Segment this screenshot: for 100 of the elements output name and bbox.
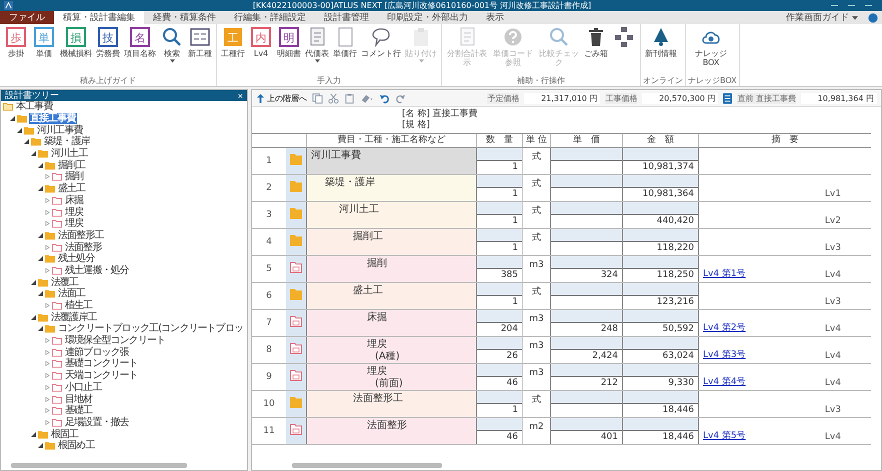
tree-item[interactable]: 根固工: [50, 428, 80, 440]
collapse-triangle-icon[interactable]: [31, 151, 36, 156]
collapse-triangle-icon[interactable]: [31, 280, 36, 285]
calculator-icon[interactable]: [723, 92, 732, 104]
collapse-triangle-icon[interactable]: [38, 443, 43, 448]
item-spec: (A種): [374, 351, 401, 363]
ribbon-button[interactable]: コメント行: [359, 26, 403, 75]
tree-item[interactable]: 掘削: [64, 171, 84, 182]
tree-item[interactable]: 盛土工: [57, 183, 86, 194]
tree-item[interactable]: コンクリートブロック工(コンクリートブロッ: [57, 323, 244, 334]
cut-icon[interactable]: [328, 92, 339, 104]
scrollbar[interactable]: [11, 463, 187, 468]
ribbon-button[interactable]: 損 機械損料: [58, 26, 94, 75]
detail-link[interactable]: Lv4 第1号: [703, 267, 746, 280]
redo-icon[interactable]: [395, 92, 406, 104]
ribbon-button[interactable]: 内 Lv4: [247, 26, 275, 75]
tree-item[interactable]: 床掘: [64, 194, 84, 206]
expand-triangle-icon[interactable]: [45, 244, 50, 250]
tree-item[interactable]: 法面整形: [64, 242, 102, 253]
expand-triangle-icon[interactable]: [45, 303, 50, 308]
ribbon-button[interactable]: ナレッジBOX: [688, 26, 734, 75]
tree-item[interactable]: 埋戻: [64, 206, 84, 218]
guide-button[interactable]: 作業画面ガイド: [780, 11, 864, 24]
expand-triangle-icon[interactable]: [45, 174, 50, 180]
tree-item[interactable]: 根固め工: [57, 440, 96, 452]
ribbon-button[interactable]: 検索: [158, 26, 186, 75]
tree-item[interactable]: 築堤・護岸: [43, 136, 91, 148]
collapse-triangle-icon[interactable]: [17, 128, 22, 133]
tree-item[interactable]: 基礎コンクリート: [64, 358, 139, 370]
expand-triangle-icon[interactable]: [45, 210, 50, 215]
close-button[interactable]: ×: [238, 90, 243, 100]
detail-link[interactable]: Lv4 第3号: [703, 348, 746, 361]
undo-icon[interactable]: [379, 92, 390, 104]
collapse-triangle-icon[interactable]: [38, 291, 43, 296]
ribbon-button[interactable]: 単 単価: [30, 26, 58, 75]
collapse-triangle-icon[interactable]: [38, 256, 43, 262]
ribbon-button[interactable]: 明 明細書: [275, 26, 303, 75]
tree-item[interactable]: 天端コンクリート: [64, 370, 139, 382]
expand-triangle-icon[interactable]: [45, 420, 50, 425]
collapse-triangle-icon[interactable]: [38, 232, 43, 238]
ribbon-tab[interactable]: 積算・設計書編集: [54, 11, 144, 24]
tree-item[interactable]: 残土運搬・処分: [64, 264, 130, 276]
detail-link[interactable]: Lv4 第4号: [703, 375, 746, 388]
tree-item[interactable]: 連節ブロック張: [64, 346, 130, 358]
tree-item[interactable]: 小口止工: [64, 382, 102, 393]
expand-triangle-icon[interactable]: [45, 384, 50, 390]
tree-item[interactable]: 河川工事費: [36, 124, 84, 136]
tree-item[interactable]: 残土処分: [57, 253, 96, 264]
ribbon-button[interactable]: 代価表: [303, 26, 331, 75]
collapse-triangle-icon[interactable]: [24, 139, 29, 144]
ribbon-button[interactable]: 単価行: [331, 26, 359, 75]
ribbon-tab[interactable]: ファイル: [0, 11, 54, 24]
tree-item[interactable]: 掘削工: [57, 160, 86, 171]
collapse-triangle-icon[interactable]: [38, 326, 43, 332]
tree-item[interactable]: 植生工: [64, 300, 94, 312]
collapse-triangle-icon[interactable]: [31, 314, 36, 320]
collapse-triangle-icon[interactable]: [38, 162, 43, 168]
tree-item[interactable]: 足場設置・撤去: [64, 416, 130, 428]
ribbon-tab[interactable]: 印刷設定・外部出力: [378, 11, 477, 24]
collapse-triangle-icon[interactable]: [10, 116, 15, 122]
tree-item[interactable]: 埋戻: [64, 218, 84, 230]
expand-triangle-icon[interactable]: [45, 268, 50, 273]
ribbon-tab[interactable]: 設計書管理: [315, 11, 378, 24]
ribbon-button[interactable]: 新刊情報: [643, 26, 679, 75]
tree-item[interactable]: 法面整形工: [57, 230, 105, 241]
detail-link[interactable]: Lv4 第5号: [703, 429, 746, 442]
tree-item[interactable]: 基礎工: [64, 405, 94, 416]
expand-triangle-icon[interactable]: [45, 361, 50, 366]
copy-icon[interactable]: [312, 92, 323, 104]
tree-item[interactable]: 法面工: [57, 288, 86, 300]
ribbon-button[interactable]: 技 労務費: [94, 26, 122, 75]
paste-icon[interactable]: [344, 92, 355, 104]
ribbon-tab[interactable]: 経費・積算条件: [144, 11, 225, 24]
up-level-button[interactable]: 上の階層へ: [256, 92, 307, 104]
expand-triangle-icon[interactable]: [45, 396, 50, 402]
expand-triangle-icon[interactable]: [45, 221, 50, 226]
tree-item[interactable]: 河川土工: [50, 148, 88, 160]
expand-triangle-icon[interactable]: [45, 408, 50, 414]
ribbon-button[interactable]: ごみ箱: [582, 26, 610, 75]
expand-triangle-icon[interactable]: [45, 338, 50, 344]
tree-item[interactable]: 法覆工: [50, 276, 80, 288]
expand-triangle-icon[interactable]: [45, 373, 50, 378]
detail-link[interactable]: Lv4 第2号: [703, 321, 746, 334]
expand-triangle-icon[interactable]: [45, 350, 50, 355]
tree-item[interactable]: 目地材: [64, 394, 94, 405]
scrollbar[interactable]: [292, 463, 442, 468]
ribbon-tab[interactable]: 行編集・詳細設定: [225, 11, 315, 24]
ribbon-tab[interactable]: 表示: [477, 11, 513, 24]
expand-triangle-icon[interactable]: [45, 198, 50, 203]
collapse-triangle-icon[interactable]: [31, 432, 36, 437]
tree-item[interactable]: 環境保全型コンクリート: [64, 335, 166, 346]
collapse-triangle-icon[interactable]: [38, 186, 43, 192]
tree-item[interactable]: 法覆護岸工: [50, 312, 98, 323]
tree-item[interactable]: 直接工事費: [29, 113, 77, 124]
ribbon-button[interactable]: 工 工種行: [219, 26, 247, 75]
eraser-icon[interactable]: [360, 92, 374, 104]
ribbon-button[interactable]: 歩 歩掛: [2, 26, 30, 75]
tree-item[interactable]: 本工事費: [15, 101, 54, 112]
ribbon-button[interactable]: 名 項目名称: [122, 26, 158, 75]
ribbon-button[interactable]: 新工種: [186, 26, 214, 75]
